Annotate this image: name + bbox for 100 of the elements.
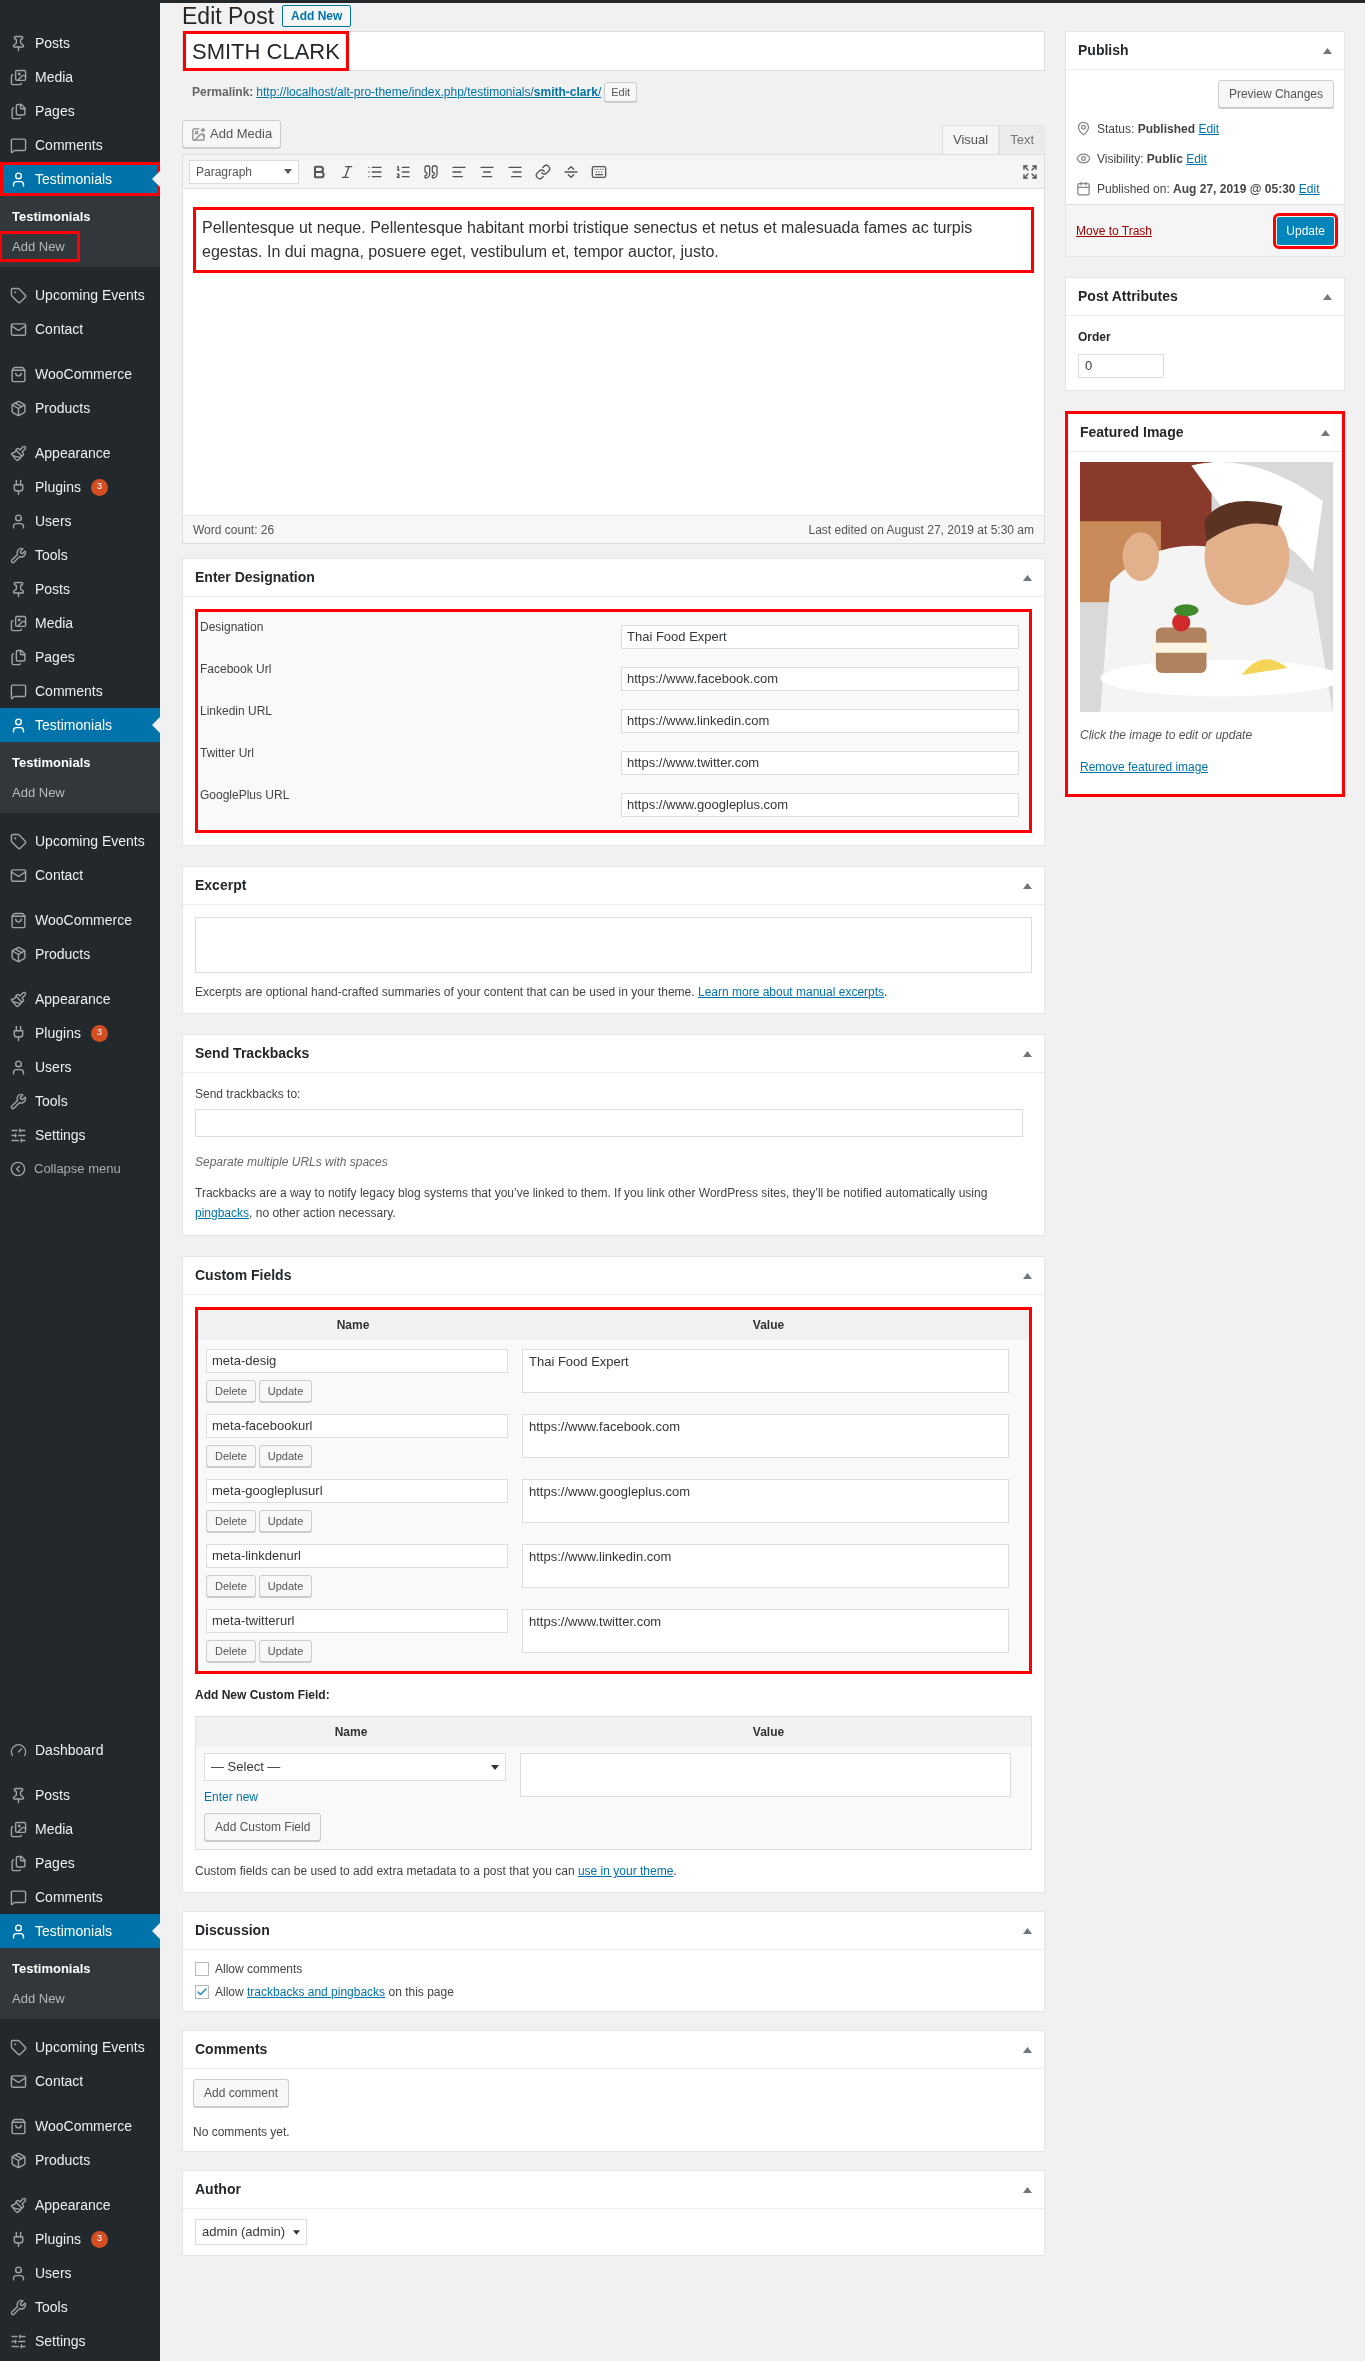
toggle-icon[interactable] [1023,882,1032,889]
text-field[interactable]: https://www.linkedin.com [621,709,1019,733]
toggle-icon[interactable] [1023,1272,1032,1279]
text-field[interactable]: https://www.googleplus.com [621,793,1019,817]
update-button[interactable]: Update [258,1380,313,1402]
menu-item[interactable]: Tools [0,2290,160,2324]
menu-item[interactable]: Plugins 3 [0,470,160,504]
update-button[interactable]: Update [258,1445,313,1467]
delete-button[interactable]: Delete [206,1510,256,1532]
menu-item[interactable]: Comments [0,128,160,162]
menu-item[interactable]: Upcoming Events [0,2030,160,2064]
delete-button[interactable]: Delete [206,1575,256,1597]
menu-item[interactable]: Tools [0,538,160,572]
format-select[interactable]: Paragraph [189,159,299,184]
menu-item[interactable]: Products [0,2143,160,2177]
enter-new-link[interactable]: Enter new [204,1788,259,1806]
menu-item[interactable]: Pages [0,1846,160,1880]
delete-button[interactable]: Delete [206,1640,256,1662]
menu-item[interactable]: Dashboard [0,1733,160,1767]
toggle-icon[interactable] [1023,2186,1032,2193]
menu-item[interactable]: Testimonials [0,1914,160,1948]
add-media-button[interactable]: Add Media [182,120,282,148]
menu-item[interactable]: WooCommerce [0,903,160,937]
order-field[interactable]: 0 [1078,354,1164,378]
menu-item[interactable]: Plugins 3 [0,2222,160,2256]
menu-item[interactable]: Media [0,1812,160,1846]
name-field[interactable]: meta-twitterurl [206,1609,508,1633]
menu-item[interactable]: Appearance [0,436,160,470]
toggle-icon[interactable] [1323,47,1332,54]
menu-item[interactable]: Tools [0,1084,160,1118]
name-select[interactable]: — Select — [204,1753,506,1781]
text-field[interactable]: https://www.twitter.com [621,751,1019,775]
text-field[interactable]: Thai Food Expert [621,625,1019,649]
value-field[interactable]: https://www.facebook.com [522,1414,1009,1458]
edit-link[interactable]: Edit [1186,152,1207,166]
add-new-button[interactable]: Add New [282,5,352,27]
menu-item[interactable]: Users [0,1050,160,1084]
menu-item[interactable]: Testimonials [0,708,160,742]
toggle-icon[interactable] [1023,2046,1032,2053]
delete-button[interactable]: Delete [206,1380,256,1402]
menu-item[interactable]: Upcoming Events [0,824,160,858]
trackbacks-field[interactable] [195,1109,1023,1137]
menu-item[interactable]: Appearance [0,2188,160,2222]
submenu-item[interactable]: Testimonials [0,202,103,232]
discussion-link[interactable]: trackbacks and pingbacks [247,1985,386,1999]
menu-item[interactable]: Products [0,937,160,971]
value-field[interactable]: Thai Food Expert [522,1349,1009,1393]
menu-item[interactable]: Pages [0,94,160,128]
submenu-item[interactable]: Testimonials [0,748,103,778]
menu-item[interactable]: Settings [0,1118,160,1152]
editor-tab[interactable]: Visual [941,125,1000,154]
edit-button[interactable]: Edit [604,81,638,103]
preview-changes-button[interactable]: Preview Changes [1217,80,1334,108]
fullscreen-icon[interactable] [1022,163,1038,180]
author-select[interactable]: admin (admin) [195,2219,308,2245]
keyboard-icon[interactable] [591,163,607,180]
move-to-trash-link[interactable]: Move to Trash [1076,221,1153,240]
menu-item[interactable]: Products [0,391,160,425]
checkbox[interactable] [195,1962,209,1976]
edit-link[interactable]: Edit [1198,122,1220,136]
permalink-link[interactable]: http://localhost/alt-pro-theme/index.php/testimonials/smith-clark/ [256,83,602,101]
update-button[interactable]: Update [258,1510,313,1532]
menu-item[interactable]: Contact [0,858,160,892]
name-field[interactable]: meta-desig [206,1349,508,1373]
menu-item[interactable]: Plugins 3 [0,1016,160,1050]
value-field[interactable] [520,1753,1011,1797]
excerpt-field[interactable] [195,917,1032,973]
title-field[interactable]: SMITH CLARK [182,31,1045,71]
menu-item[interactable]: Upcoming Events [0,278,160,312]
menu-item[interactable]: Testimonials [0,162,160,196]
submenu-item[interactable]: Add New [0,231,79,261]
submenu-item[interactable]: Add New [0,1983,77,2013]
value-field[interactable]: https://www.twitter.com [522,1609,1009,1653]
text-field[interactable]: https://www.facebook.com [621,667,1019,691]
menu-item[interactable]: Comments [0,1880,160,1914]
link-icon[interactable] [535,163,551,180]
delete-button[interactable]: Delete [206,1445,256,1467]
editor-content[interactable]: Pellentesque ut neque. Pellentesque habitant morbi tristique senectus et netus et malesuada fames ac turpis egestas. In dui magna, posuere eget, vestibulum et, tempor auctor, justo. [193,207,1034,273]
name-field[interactable]: meta-linkdenurl [206,1544,508,1568]
menu-item[interactable]: Contact [0,2064,160,2098]
numbered-list-icon[interactable] [395,163,411,180]
editor-tab[interactable]: Text [999,125,1045,154]
menu-item[interactable]: Appearance [0,982,160,1016]
update-button[interactable]: Update [258,1640,313,1662]
menu-item[interactable]: Media [0,606,160,640]
bold-icon[interactable] [311,163,327,180]
add-custom-field-button[interactable]: Add Custom Field [204,1813,322,1841]
toggle-icon[interactable] [1321,429,1330,436]
read-more-icon[interactable] [563,163,579,180]
menu-item[interactable]: Media [0,60,160,94]
remove-image-link[interactable]: Remove featured image [1080,758,1209,776]
menu-item[interactable]: WooCommerce [0,357,160,391]
edit-link[interactable]: Edit [1298,182,1320,196]
menu-item[interactable]: Users [0,504,160,538]
toggle-icon[interactable] [1323,293,1332,300]
menu-item[interactable]: Users [0,2256,160,2290]
toggle-icon[interactable] [1023,1927,1032,1934]
collapse-menu-button[interactable]: Collapse menu [0,1152,160,1186]
menu-item[interactable]: WooCommerce [0,2109,160,2143]
submenu-item[interactable]: Testimonials [0,1954,103,1984]
